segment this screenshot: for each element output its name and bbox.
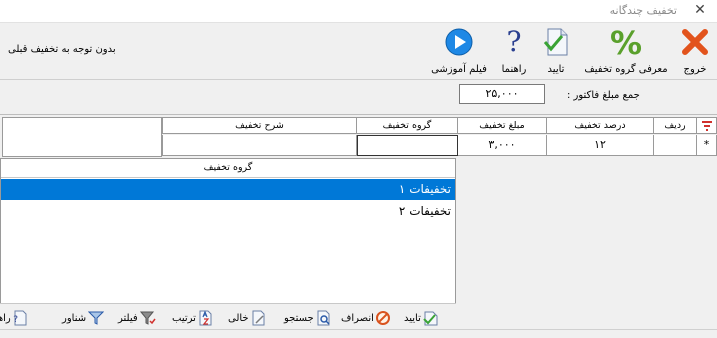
column-header-amount[interactable]: مبلغ تخفیف: [458, 118, 547, 134]
svg-text:?: ?: [13, 315, 18, 325]
cell-group[interactable]: [357, 135, 458, 156]
dropdown-item[interactable]: تخفیفات ۱: [1, 179, 455, 200]
empty-page-icon: [252, 310, 265, 326]
cell-amount[interactable]: ۳,۰۰۰: [458, 135, 547, 156]
invoice-sum-field[interactable]: ۲۵,۰۰۰: [459, 84, 545, 104]
dropdown-confirm-button[interactable]: تایید: [404, 308, 439, 328]
help-label: راهنما: [501, 64, 527, 75]
cell-row[interactable]: [654, 135, 697, 156]
cell-description[interactable]: [162, 135, 357, 156]
video-tutorial-label: فیلم آموزشی: [431, 64, 487, 75]
close-icon[interactable]: ✕: [690, 2, 710, 18]
invoice-sum-label: جمع مبلغ فاکتور :: [567, 90, 640, 101]
check-icon: [423, 311, 438, 326]
column-header-group[interactable]: گروه تخفیف: [357, 118, 458, 134]
row-marker: *: [697, 135, 717, 156]
dropdown-confirm-label: تایید: [404, 312, 421, 324]
dropdown-empty-button[interactable]: خالی: [228, 308, 267, 328]
filter-icon: [139, 311, 156, 325]
question-mark-icon: ?: [506, 25, 522, 58]
video-tutorial-button[interactable]: فیلم آموزشی: [428, 25, 490, 77]
dropdown-cancel-button[interactable]: انصراف: [341, 308, 390, 328]
sort-az-icon: [199, 310, 212, 326]
floating-filter-icon: [88, 311, 105, 325]
search-icon: [317, 310, 330, 326]
exit-label: خروج: [683, 64, 707, 75]
column-header-description[interactable]: شرح تخفیف: [162, 118, 357, 134]
confirm-button[interactable]: تایید: [538, 25, 574, 77]
dropdown-empty-label: خالی: [228, 312, 249, 324]
dropdown-filter-label: فیلتر: [118, 312, 138, 324]
dropdown-item[interactable]: تخفیفات ۲: [1, 201, 455, 222]
cell-percent[interactable]: ۱۲: [547, 135, 654, 156]
dropdown-sort-label: ترتیب: [172, 312, 196, 324]
dropdown-float-button[interactable]: شناور: [62, 308, 105, 328]
document-check-icon: [542, 27, 570, 60]
title-bar: تخفیف چندگانه ✕: [0, 0, 717, 23]
window-title: تخفیف چندگانه: [609, 4, 677, 17]
confirm-label: تایید: [547, 64, 565, 75]
dropdown-float-label: شناور: [62, 312, 87, 324]
define-discount-group-label: معرفی گروه تخفیف: [584, 64, 668, 75]
side-panel: [2, 117, 162, 157]
column-header-row[interactable]: ردیف: [654, 118, 697, 134]
dropdown-header: گروه تخفیف: [1, 159, 455, 178]
help-button[interactable]: ? راهنما: [496, 25, 532, 77]
exit-button[interactable]: خروج: [676, 25, 714, 77]
help-page-icon: ?: [13, 310, 27, 326]
dropdown-help-button[interactable]: ? راهنما: [0, 308, 29, 328]
column-header-percent[interactable]: درصد تخفیف: [547, 118, 654, 134]
dropdown-toolbar: تایید انصراف جستجو خالی ترتیب فیلتر شناو…: [0, 303, 456, 330]
play-icon: [444, 27, 474, 60]
exit-x-icon: [680, 27, 710, 60]
dropdown-search-button[interactable]: جستجو: [284, 308, 332, 328]
invoice-sum-row: جمع مبلغ فاکتور : ۲۵,۰۰۰: [0, 80, 717, 115]
no-previous-discount-note: بدون توجه به تخفیف قبلی: [8, 44, 116, 55]
dropdown-search-label: جستجو: [284, 312, 314, 324]
dropdown-help-label: راهنما: [0, 312, 11, 324]
grid-filter-icon[interactable]: [697, 118, 717, 134]
percent-icon: %: [609, 24, 643, 62]
dropdown-sort-button[interactable]: ترتیب: [172, 308, 214, 328]
main-toolbar: بدون توجه به تخفیف قبلی فیلم آموزشی ? را…: [0, 23, 717, 80]
dropdown-filter-button[interactable]: فیلتر: [118, 308, 156, 328]
dropdown-cancel-label: انصراف: [341, 312, 374, 324]
define-discount-group-button[interactable]: % معرفی گروه تخفیف: [580, 25, 672, 77]
cancel-icon: [375, 311, 390, 325]
